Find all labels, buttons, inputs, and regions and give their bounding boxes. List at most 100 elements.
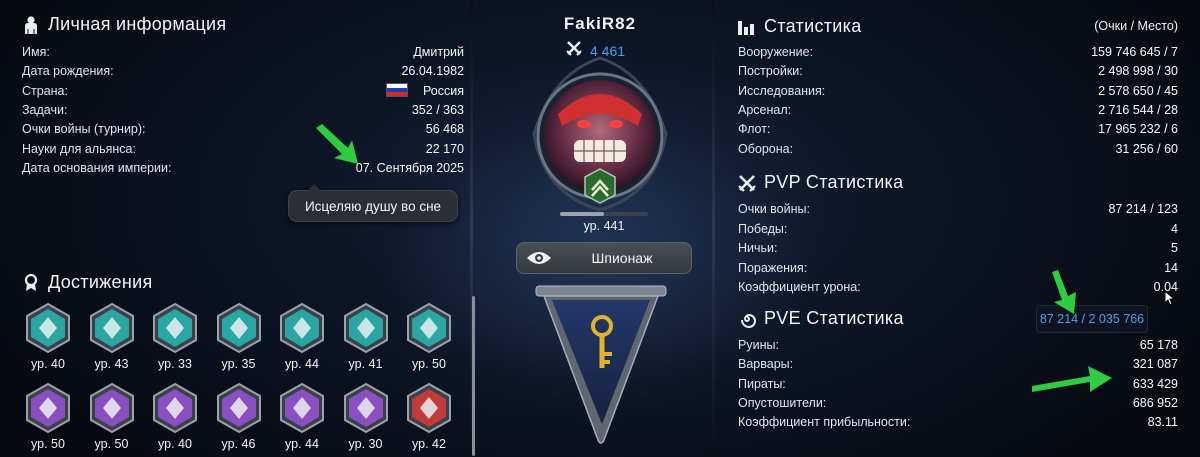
achievement-level: ур. 44	[285, 357, 319, 371]
pve-title: PVE Статистика	[764, 308, 904, 328]
achievement-level: ур. 50	[94, 437, 129, 451]
row-value: 4	[1171, 221, 1178, 236]
row-value: 65 178	[1139, 338, 1178, 352]
ring-icon	[153, 382, 197, 434]
personal-info-header: Личная информация	[22, 14, 226, 35]
award-icon	[22, 273, 40, 292]
stats-row: Арсенал: 2 716 544 / 28	[738, 101, 1178, 119]
spy-button[interactable]: Шпионаж	[516, 242, 692, 274]
achievement-badge[interactable]	[86, 302, 138, 354]
scales-icon	[153, 302, 197, 354]
row-value: 2 716 544 / 28	[1098, 102, 1178, 117]
level-bar	[560, 212, 648, 216]
row-value: 14	[1164, 260, 1178, 275]
row-value: 83.11	[1147, 415, 1178, 430]
achievement-badge[interactable]	[276, 382, 328, 434]
pvp-title: PVP Статистика	[764, 172, 904, 192]
personal-row: Имя: Дмитрий	[22, 43, 464, 61]
coins-icon	[216, 302, 261, 354]
achievement-level: ур. 44	[285, 437, 319, 451]
medal-icon	[407, 302, 451, 354]
row-value: 321 087	[1132, 357, 1178, 372]
spy-label: Шпионаж	[591, 250, 653, 266]
row-label: Поражения:	[738, 260, 808, 275]
stats-row: Оборона: 31 256 / 60	[738, 140, 1178, 158]
achievement-badge[interactable]	[86, 382, 138, 434]
personal-row: Науки для альянса: 22 170	[22, 140, 464, 158]
stats-row: Постройки: 2 498 998 / 30	[738, 62, 1178, 80]
row-value: Россия	[423, 83, 464, 98]
pvp-header: PVP Статистика	[738, 172, 903, 193]
pvp-row: Ничьи: 5	[738, 239, 1178, 257]
achievement-level: ур. 40	[31, 357, 65, 371]
row-label: Опустошители:	[738, 395, 827, 410]
row-value: 31 256 / 60	[1115, 141, 1178, 156]
dna-icon	[343, 302, 388, 354]
row-label: Варвары:	[738, 357, 794, 372]
motto-text: Исцеляю душу во сне	[304, 198, 442, 214]
mouse-cursor-icon	[1164, 290, 1176, 306]
level-bar-fill	[560, 212, 604, 216]
achievement-badge[interactable]	[276, 302, 328, 354]
row-value: 159 746 645 / 7	[1091, 45, 1178, 59]
achievement-badge[interactable]	[149, 382, 201, 434]
motto-bubble: Исцеляю душу во сне	[288, 184, 458, 222]
row-label: Оборона:	[738, 141, 794, 156]
person-icon	[22, 15, 40, 34]
achievement-level: ур. 46	[221, 437, 256, 451]
vortex-icon	[26, 382, 70, 434]
row-label: Имя:	[22, 45, 50, 59]
pvp-row: Поражения: 14	[738, 259, 1178, 277]
row-value: 26.04.1982	[401, 64, 464, 79]
row-value: 17 965 232 / 6	[1098, 122, 1178, 137]
row-label: Пираты:	[738, 376, 786, 391]
row-value: 2 578 650 / 45	[1098, 83, 1178, 98]
blades-icon	[216, 382, 261, 434]
chevrons-icon	[280, 302, 324, 354]
row-label: Победы:	[738, 221, 788, 236]
pve-row: Коэффициент прибыльности: 83.11	[738, 413, 1178, 431]
row-label: Руины:	[738, 338, 779, 352]
achievement-badge[interactable]	[213, 302, 265, 354]
player-level: ур. 441	[583, 219, 625, 233]
row-value: 07. Сентября 2025	[355, 160, 464, 175]
stats-row: Флот: 17 965 232 / 6	[738, 120, 1178, 138]
personal-row: Очки войны (турнир): 56 468	[22, 120, 464, 138]
spiral-icon	[738, 310, 756, 328]
row-label: Страна:	[22, 83, 68, 98]
green-arrow-icon	[1032, 366, 1112, 392]
pve-header: PVE Статистика	[738, 308, 904, 329]
row-label: Коэффициент урона:	[738, 280, 861, 295]
achievement-badge[interactable]	[340, 302, 392, 354]
ship-icon	[89, 382, 134, 434]
alliance-banner[interactable]	[534, 284, 668, 448]
row-label: Постройки:	[738, 64, 803, 79]
row-value: 352 / 363	[411, 102, 464, 117]
achievement-level: ур. 40	[158, 437, 192, 451]
pvp-row: Победы: 4	[738, 220, 1178, 238]
achievements-scrollbar[interactable]	[472, 296, 475, 456]
achievement-badge[interactable]	[403, 302, 455, 354]
green-arrow-icon	[316, 124, 358, 164]
achievement-badge[interactable]	[213, 382, 265, 434]
row-label: Очки войны:	[738, 202, 810, 216]
row-label: Ничьи:	[738, 241, 778, 256]
row-value: 56 468	[425, 122, 464, 137]
green-arrow-icon	[1052, 270, 1076, 314]
eye-icon	[517, 250, 561, 266]
achievement-level: ур. 42	[412, 437, 446, 451]
row-label: Науки для альянса:	[22, 141, 136, 156]
pvp-row: Коэффициент урона: 0.04	[738, 278, 1178, 296]
achievement-badge[interactable]	[403, 382, 455, 434]
row-value: Дмитрий	[413, 45, 464, 59]
row-value: 22 170	[425, 141, 464, 156]
achievement-badge[interactable]	[149, 302, 201, 354]
achievement-badge[interactable]	[22, 382, 74, 434]
stats-title: Статистика	[764, 16, 862, 36]
stats-row: Исследования: 2 578 650 / 45	[738, 82, 1178, 100]
achievements-header: Достижения	[22, 272, 153, 293]
achievements-title: Достижения	[48, 272, 153, 292]
stats-row: Вооружение: 159 746 645 / 7	[738, 43, 1178, 61]
achievement-badge[interactable]	[340, 382, 392, 434]
achievement-badge[interactable]	[22, 302, 74, 354]
